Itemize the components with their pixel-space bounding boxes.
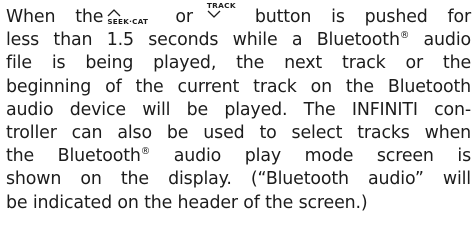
text-line-8: shown on the display. (“Bluetooth audio”… (6, 169, 471, 190)
track-button-graphic: TRACK (207, 2, 241, 19)
text-line-2: less than 1.5 seconds while a Bluetooth®… (6, 29, 471, 52)
text-line-7: the Bluetooth® audio play mode screen is (6, 145, 471, 168)
track-label: TRACK (206, 1, 236, 10)
text-fragment: button is pushed for (254, 7, 471, 27)
registered-mark: ® (399, 30, 410, 42)
text-fragment: or (175, 7, 193, 27)
instruction-paragraph: When the SEEK·CAT or TRACK button is pushed … (6, 2, 471, 215)
seek-cat-label: SEEK·CAT (107, 17, 149, 26)
manual-page: When the SEEK·CAT or TRACK button is pushed … (6, 2, 471, 242)
track-down-arrow-icon (207, 10, 241, 19)
text-fragment: audio play mode screen is (150, 146, 471, 167)
text-line-1: When the SEEK·CAT or TRACK button is pushed … (6, 2, 471, 29)
text-line-9: be indicated on the header of the screen… (6, 192, 368, 213)
text-fragment: When the (6, 7, 104, 27)
text-line-3: file is being played, the next track or … (6, 53, 471, 74)
seek-cat-button-graphic: SEEK·CAT (107, 9, 169, 26)
text-fragment: less than 1.5 seconds while a Bluetooth (6, 30, 400, 51)
registered-mark: ® (140, 146, 151, 158)
text-line-6: troller can also be used to select track… (6, 123, 471, 144)
text-fragment: audio (409, 30, 472, 51)
text-fragment: the Bluetooth (6, 146, 141, 167)
text-line-5: audio device will be played. The INFINIT… (6, 99, 471, 120)
text-line-4: beginning of the current track on the Bl… (6, 76, 471, 97)
